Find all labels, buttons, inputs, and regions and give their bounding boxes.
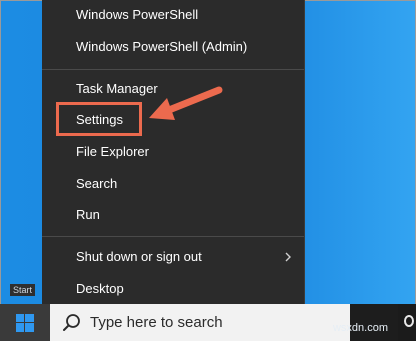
pointer-arrow-icon: [149, 86, 223, 120]
menu-item-file-explorer[interactable]: File Explorer: [42, 137, 304, 167]
chevron-right-icon: [285, 252, 291, 262]
windows-logo-icon: [16, 314, 34, 332]
menu-item-label: Windows PowerShell: [76, 7, 199, 22]
menu-item-desktop[interactable]: Desktop: [42, 274, 304, 304]
watermark: wsxdn.com: [332, 322, 388, 334]
search-placeholder: Type here to search: [90, 314, 223, 331]
cortana-icon: [404, 315, 414, 327]
menu-item-windows-powershell[interactable]: Windows PowerShell: [42, 0, 304, 30]
cortana-button[interactable]: [398, 304, 416, 341]
menu-item-windows-powershell-admin[interactable]: Windows PowerShell (Admin): [42, 32, 304, 62]
menu-separator: [42, 236, 304, 237]
start-button[interactable]: [0, 304, 50, 341]
menu-item-search[interactable]: Search: [42, 169, 304, 199]
taskbar-search-box[interactable]: Type here to search: [50, 304, 350, 341]
menu-item-label: Search: [76, 176, 118, 191]
power-user-menu: Windows PowerShell Windows PowerShell (A…: [42, 0, 305, 306]
search-icon: [63, 314, 80, 331]
menu-item-shut-down-or-sign-out[interactable]: Shut down or sign out: [42, 242, 304, 272]
menu-item-run[interactable]: Run: [42, 200, 304, 230]
start-tooltip: Start: [10, 284, 36, 296]
menu-item-label: File Explorer: [76, 144, 149, 159]
menu-item-label: Run: [76, 207, 100, 222]
settings-highlight-box: [56, 102, 142, 136]
menu-separator: [42, 69, 304, 70]
menu-item-label: Desktop: [76, 281, 124, 296]
menu-item-label: Windows PowerShell (Admin): [76, 39, 248, 54]
menu-item-label: Shut down or sign out: [76, 249, 202, 264]
